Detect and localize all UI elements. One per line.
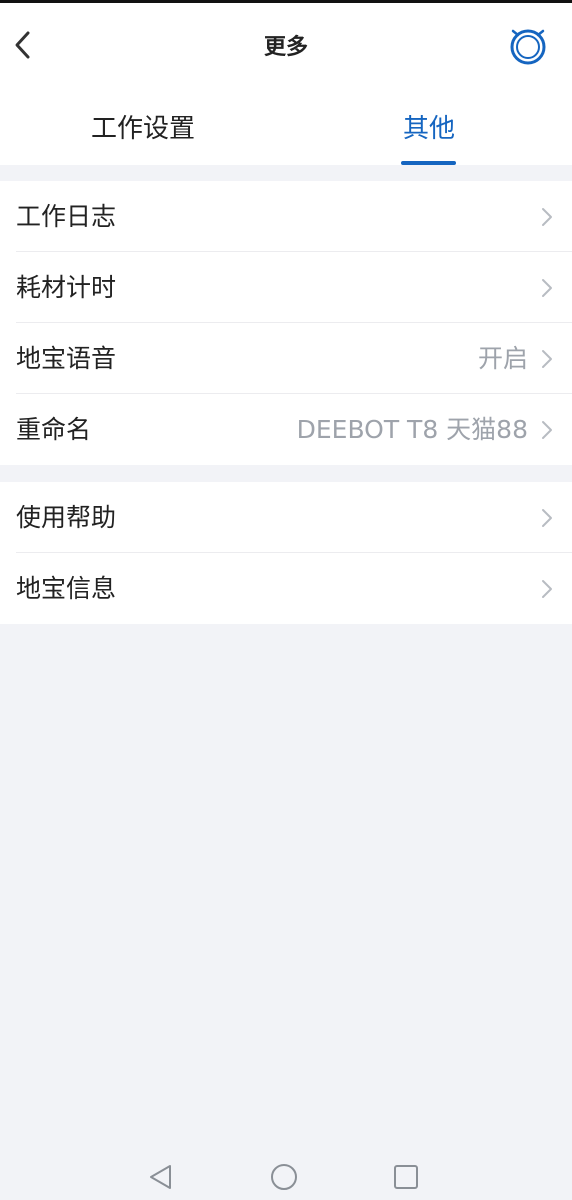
recents-square-icon[interactable]: [391, 1162, 421, 1192]
chevron-right-icon: [542, 421, 552, 439]
list-item-value: 开启: [477, 344, 528, 373]
settings-group-help: 使用帮助 地宝信息: [0, 482, 572, 624]
list-item-value: DEEBOT T8 天猫88: [296, 415, 528, 444]
list-item-label: 耗材计时: [16, 273, 117, 302]
list-item-robot-info[interactable]: 地宝信息: [0, 553, 572, 624]
tab-work-settings[interactable]: 工作设置: [0, 87, 286, 165]
settings-group-main: 工作日志 耗材计时 地宝语音 开启 重命名 DEEBOT T8 天猫88: [0, 181, 572, 465]
tab-bar: 工作设置 其他: [0, 87, 572, 165]
list-item-label: 工作日志: [16, 202, 117, 231]
list-item-label: 地宝信息: [16, 574, 117, 603]
chevron-right-icon: [542, 279, 552, 297]
home-circle-icon[interactable]: [269, 1162, 299, 1192]
chevron-right-icon: [542, 509, 552, 527]
tab-other[interactable]: 其他: [286, 87, 572, 165]
list-item-rename[interactable]: 重命名 DEEBOT T8 天猫88: [0, 394, 572, 465]
app-header: 更多: [0, 3, 572, 87]
list-item-robot-voice[interactable]: 地宝语音 开启: [0, 323, 572, 394]
robot-button[interactable]: [504, 21, 552, 69]
list-item-label: 重命名: [16, 415, 92, 444]
page-title: 更多: [263, 35, 308, 60]
list-item-help[interactable]: 使用帮助: [0, 482, 572, 553]
active-tab-indicator: [401, 161, 456, 165]
chevron-right-icon: [542, 350, 552, 368]
robot-icon: [510, 29, 546, 65]
system-navigation-bar: [0, 1148, 572, 1200]
list-item-work-log[interactable]: 工作日志: [0, 181, 572, 252]
chevron-right-icon: [542, 208, 552, 226]
list-item-label: 使用帮助: [16, 503, 117, 532]
back-triangle-icon[interactable]: [146, 1162, 176, 1192]
chevron-right-icon: [542, 580, 552, 598]
list-item-label: 地宝语音: [16, 344, 117, 373]
list-item-consumables-timer[interactable]: 耗材计时: [0, 252, 572, 323]
